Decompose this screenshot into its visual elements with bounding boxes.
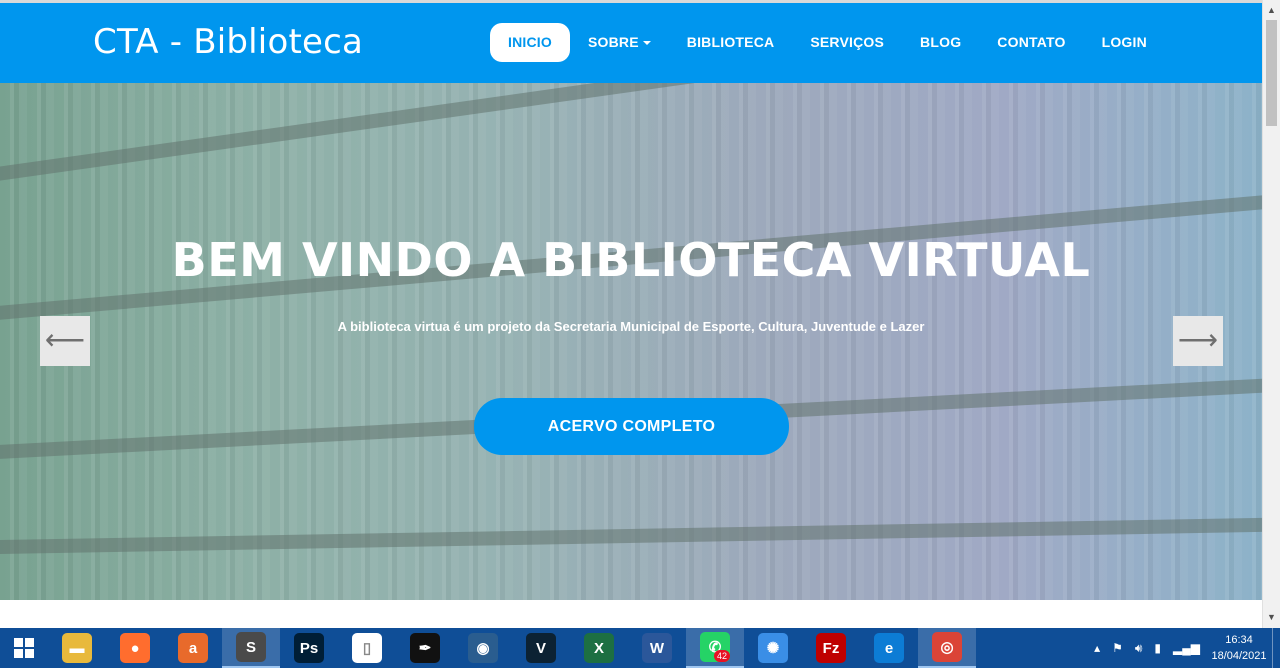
taskbar-app-blank-document[interactable]: ▯: [338, 628, 396, 668]
notification-badge: 42: [713, 650, 730, 662]
nav-item-biblioteca[interactable]: BIBLIOTECA: [669, 23, 793, 62]
clock-time: 16:34: [1225, 634, 1253, 646]
page-scrollbar[interactable]: ▲ ▼: [1262, 0, 1280, 628]
start-button[interactable]: [0, 628, 48, 668]
nav-item-servicos[interactable]: SERVIÇOS: [792, 23, 902, 62]
taskbar-app-avast[interactable]: a: [164, 628, 222, 668]
acervo-completo-button[interactable]: ACERVO COMPLETO: [474, 398, 789, 455]
word-icon: W: [642, 633, 672, 663]
main-nav: INICIO SOBRE BIBLIOTECA SERVIÇOS BLOG CO…: [490, 23, 1165, 62]
taskbar-apps: ▬ ● a S Ps ▯ ✒ ◉ V X W ✆ 42 ✺ Fz e ◎: [48, 628, 976, 668]
carousel-prev-button[interactable]: ⟵: [40, 316, 90, 366]
site-brand[interactable]: CTA - Biblioteca: [93, 22, 363, 62]
taskbar-app-chrome[interactable]: ◎: [918, 628, 976, 668]
hero-carousel: BEM VINDO A BIBLIOTECA VIRTUAL A bibliot…: [0, 83, 1262, 600]
navbar: CTA - Biblioteca INICIO SOBRE BIBLIOTECA…: [0, 3, 1262, 83]
windows-logo-icon: [14, 638, 34, 658]
windows-taskbar: ▬ ● a S Ps ▯ ✒ ◉ V X W ✆ 42 ✺ Fz e ◎ ▴ ⚑ 🔊︎ ▮ ▂▄▆ 16:34 …: [0, 628, 1280, 668]
chevron-up-icon[interactable]: ▴: [1088, 641, 1106, 655]
nav-item-blog[interactable]: BLOG: [902, 23, 979, 62]
taskbar-app-whatsapp[interactable]: ✆ 42: [686, 628, 744, 668]
system-tray: ▴ ⚑ 🔊︎ ▮ ▂▄▆ 16:34 18/04/2021: [1088, 628, 1280, 668]
flag-icon[interactable]: ⚑: [1106, 641, 1129, 655]
network-icon[interactable]: ▂▄▆: [1167, 641, 1206, 655]
nav-item-sobre[interactable]: SOBRE: [570, 23, 669, 62]
carousel-next-button[interactable]: ⟶: [1173, 316, 1223, 366]
taskbar-app-firefox[interactable]: ●: [106, 628, 164, 668]
firefox-icon: ●: [120, 633, 150, 663]
scroll-thumb[interactable]: [1266, 20, 1277, 126]
show-desktop-button[interactable]: [1272, 628, 1280, 668]
taskbar-app-vegas[interactable]: V: [512, 628, 570, 668]
inkscape-icon: ✒: [410, 633, 440, 663]
scroll-down-icon[interactable]: ▼: [1263, 609, 1280, 626]
clock-date: 18/04/2021: [1211, 650, 1267, 662]
vegas-icon: V: [526, 633, 556, 663]
nav-item-sobre-label: SOBRE: [587, 34, 639, 50]
taskbar-clock[interactable]: 16:34 18/04/2021: [1206, 632, 1272, 664]
file-explorer-icon: ▬: [62, 633, 92, 663]
taskbar-app-inkscape[interactable]: ✒: [396, 628, 454, 668]
photoshop-icon: Ps: [294, 633, 324, 663]
nav-item-contato[interactable]: CONTATO: [979, 23, 1083, 62]
caret-down-icon: [642, 41, 651, 46]
taskbar-app-edge[interactable]: e: [860, 628, 918, 668]
taskbar-app-photoshop[interactable]: Ps: [280, 628, 338, 668]
nav-item-login[interactable]: LOGIN: [1084, 23, 1165, 62]
taskbar-app-file-explorer[interactable]: ▬: [48, 628, 106, 668]
taskbar-app-app-blue[interactable]: ✺: [744, 628, 802, 668]
taskbar-app-media-player[interactable]: ◉: [454, 628, 512, 668]
media-player-icon: ◉: [468, 633, 498, 663]
taskbar-app-sublime-text[interactable]: S: [222, 628, 280, 668]
battery-icon[interactable]: ▮: [1148, 641, 1167, 655]
hero-title: BEM VINDO A BIBLIOTECA VIRTUAL: [171, 233, 1091, 287]
taskbar-app-word[interactable]: W: [628, 628, 686, 668]
volume-icon[interactable]: 🔊︎: [1129, 641, 1149, 656]
taskbar-app-filezilla[interactable]: Fz: [802, 628, 860, 668]
arrow-right-icon: ⟶: [1177, 324, 1219, 355]
hero-overlay: [0, 83, 1262, 600]
avast-icon: a: [178, 633, 208, 663]
app-blue-icon: ✺: [758, 633, 788, 663]
sublime-text-icon: S: [236, 632, 266, 662]
excel-icon: X: [584, 633, 614, 663]
hero-subtitle: A biblioteca virtua é um projeto da Secr…: [337, 319, 925, 334]
blank-document-icon: ▯: [352, 633, 382, 663]
arrow-left-icon: ⟵: [44, 324, 86, 355]
nav-item-inicio[interactable]: INICIO: [490, 23, 570, 62]
taskbar-app-excel[interactable]: X: [570, 628, 628, 668]
filezilla-icon: Fz: [816, 633, 846, 663]
chrome-icon: ◎: [932, 632, 962, 662]
edge-icon: e: [874, 633, 904, 663]
scroll-up-icon[interactable]: ▲: [1263, 2, 1280, 19]
